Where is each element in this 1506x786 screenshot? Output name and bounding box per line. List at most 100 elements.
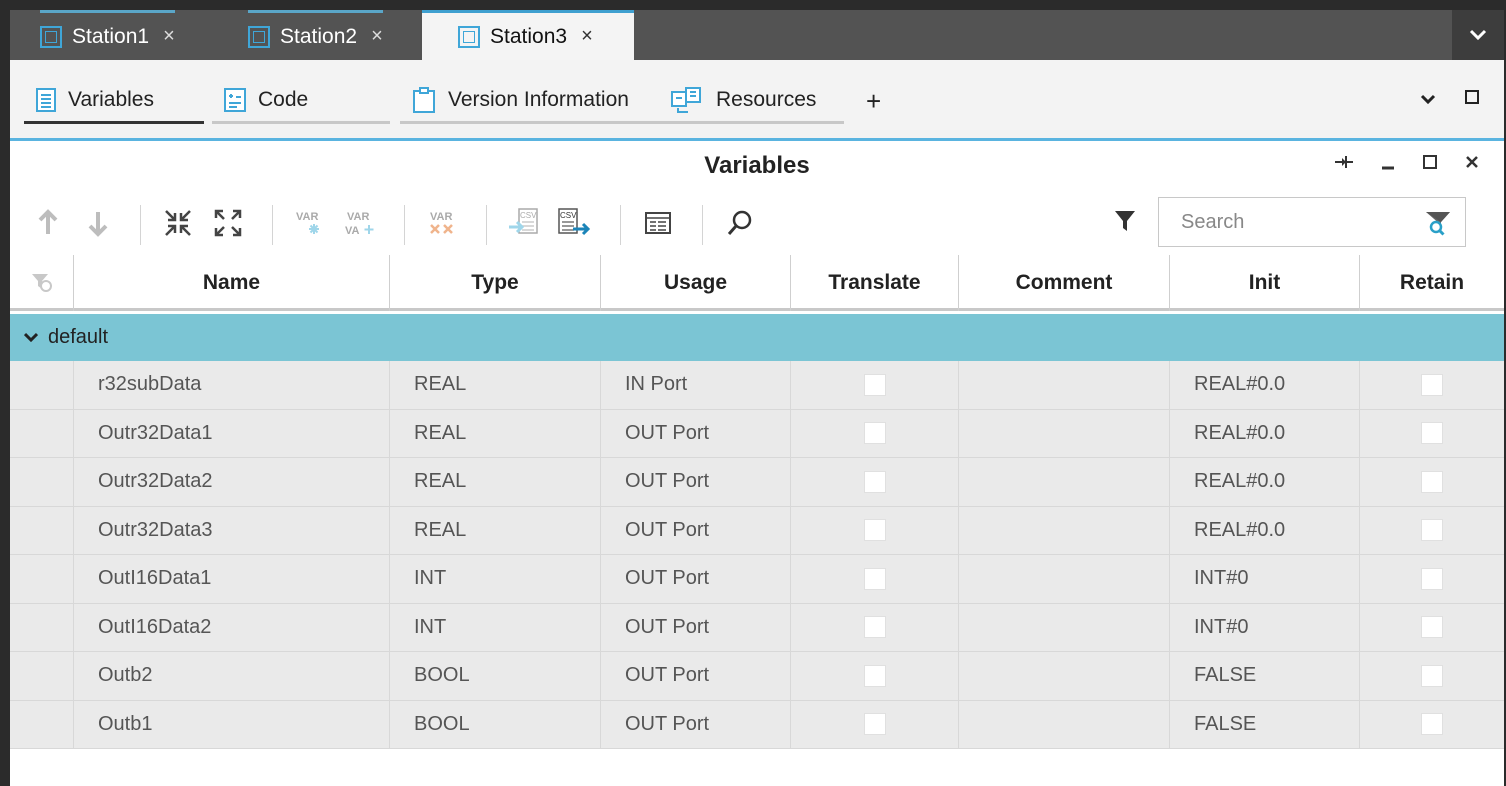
maximize-icon[interactable] xyxy=(1464,88,1480,111)
close-icon[interactable]: × xyxy=(581,25,593,48)
cell-sel[interactable] xyxy=(10,409,74,457)
translate-checkbox[interactable] xyxy=(863,713,886,736)
find-icon[interactable] xyxy=(722,205,758,241)
tab-variables[interactable]: Variables xyxy=(24,78,204,124)
translate-checkbox[interactable] xyxy=(863,373,886,396)
expand-all-icon[interactable] xyxy=(210,205,246,241)
column-header-name[interactable]: Name xyxy=(74,255,390,311)
cell-comment[interactable] xyxy=(959,700,1170,748)
table-row[interactable]: Outb1 BOOL OUT Port FALSE xyxy=(10,700,1504,749)
table-row[interactable]: Outr32Data1 REAL OUT Port REAL#0.0 xyxy=(10,409,1504,458)
translate-checkbox[interactable] xyxy=(863,567,886,590)
tab-code[interactable]: Code xyxy=(212,78,390,124)
translate-checkbox[interactable] xyxy=(863,422,886,445)
maximize-icon[interactable] xyxy=(1422,153,1438,177)
cell-usage[interactable]: OUT Port xyxy=(601,409,791,457)
cell-comment[interactable] xyxy=(959,603,1170,651)
cell-name[interactable]: Outr32Data1 xyxy=(74,409,390,457)
chevron-down-icon[interactable] xyxy=(1420,88,1436,111)
cell-translate[interactable] xyxy=(791,409,959,457)
tab-station1[interactable]: Station1 × xyxy=(40,10,175,60)
cell-translate[interactable] xyxy=(791,458,959,506)
cell-init[interactable]: REAL#0.0 xyxy=(1170,458,1360,506)
retain-checkbox[interactable] xyxy=(1421,422,1443,445)
cell-sel[interactable] xyxy=(10,361,74,409)
cell-usage[interactable]: IN Port xyxy=(601,361,791,409)
move-up-icon[interactable] xyxy=(30,205,66,241)
tab-station2[interactable]: Station2 × xyxy=(248,10,383,60)
cell-retain[interactable] xyxy=(1360,555,1504,603)
retain-checkbox[interactable] xyxy=(1421,567,1443,590)
cell-usage[interactable]: OUT Port xyxy=(601,458,791,506)
table-row[interactable]: Outb2 BOOL OUT Port FALSE xyxy=(10,652,1504,701)
tab-station3[interactable]: Station3 × xyxy=(422,10,634,60)
cell-retain[interactable] xyxy=(1360,410,1504,458)
cell-name[interactable]: OutI16Data2 xyxy=(74,603,390,651)
search-filter-icon[interactable] xyxy=(1425,210,1451,241)
add-section-button[interactable]: + xyxy=(866,86,881,117)
cell-comment[interactable] xyxy=(959,409,1170,457)
cell-usage[interactable]: OUT Port xyxy=(601,700,791,748)
translate-checkbox[interactable] xyxy=(863,664,886,687)
import-csv-icon[interactable]: CSV xyxy=(506,205,542,241)
chevron-down-icon[interactable] xyxy=(23,329,39,347)
cell-type[interactable]: BOOL xyxy=(390,700,601,748)
translate-checkbox[interactable] xyxy=(863,519,886,542)
close-icon[interactable]: × xyxy=(371,25,383,48)
group-row-default[interactable]: default xyxy=(10,314,1504,361)
column-header-retain[interactable]: Retain xyxy=(1360,255,1504,311)
pin-icon[interactable] xyxy=(1334,153,1354,177)
cell-type[interactable]: REAL xyxy=(390,409,601,457)
cell-retain[interactable] xyxy=(1360,507,1504,555)
cell-name[interactable]: Outr32Data2 xyxy=(74,458,390,506)
cell-translate[interactable] xyxy=(791,555,959,603)
retain-checkbox[interactable] xyxy=(1421,373,1443,396)
add-var-icon[interactable]: VAR xyxy=(292,205,328,241)
cell-init[interactable]: REAL#0.0 xyxy=(1170,506,1360,554)
filter-icon[interactable] xyxy=(1114,209,1136,238)
column-header-init[interactable]: Init xyxy=(1170,255,1360,311)
cell-translate[interactable] xyxy=(791,506,959,554)
cell-sel[interactable] xyxy=(10,458,74,506)
column-header-type[interactable]: Type xyxy=(390,255,601,311)
cell-name[interactable]: r32subData xyxy=(74,361,390,409)
cell-comment[interactable] xyxy=(959,506,1170,554)
table-row[interactable]: OutI16Data1 INT OUT Port INT#0 xyxy=(10,555,1504,604)
retain-checkbox[interactable] xyxy=(1421,519,1443,542)
retain-checkbox[interactable] xyxy=(1421,664,1443,687)
cell-init[interactable]: INT#0 xyxy=(1170,603,1360,651)
cell-type[interactable]: REAL xyxy=(390,458,601,506)
cell-usage[interactable]: OUT Port xyxy=(601,506,791,554)
export-csv-icon[interactable]: CSV xyxy=(556,205,592,241)
cell-usage[interactable]: OUT Port xyxy=(601,652,791,700)
tab-list-chevron-down-icon[interactable] xyxy=(1452,10,1504,60)
cell-retain[interactable] xyxy=(1360,458,1504,506)
minimize-icon[interactable] xyxy=(1380,153,1396,177)
cell-init[interactable]: REAL#0.0 xyxy=(1170,409,1360,457)
cell-type[interactable]: INT xyxy=(390,603,601,651)
row-settings-icon[interactable] xyxy=(10,255,74,311)
search-input[interactable] xyxy=(1159,198,1409,246)
close-icon[interactable]: × xyxy=(163,25,175,48)
cell-comment[interactable] xyxy=(959,652,1170,700)
cell-name[interactable]: Outb1 xyxy=(74,700,390,748)
cell-sel[interactable] xyxy=(10,652,74,700)
cell-type[interactable]: REAL xyxy=(390,506,601,554)
cell-usage[interactable]: OUT Port xyxy=(601,555,791,603)
cell-name[interactable]: Outb2 xyxy=(74,652,390,700)
cell-sel[interactable] xyxy=(10,555,74,603)
column-header-usage[interactable]: Usage xyxy=(601,255,791,311)
translate-checkbox[interactable] xyxy=(863,616,886,639)
column-header-comment[interactable]: Comment xyxy=(959,255,1170,311)
cell-usage[interactable]: OUT Port xyxy=(601,603,791,651)
table-row[interactable]: OutI16Data2 INT OUT Port INT#0 xyxy=(10,603,1504,652)
cell-init[interactable]: INT#0 xyxy=(1170,555,1360,603)
cell-type[interactable]: REAL xyxy=(390,361,601,409)
cell-init[interactable]: REAL#0.0 xyxy=(1170,361,1360,409)
cell-retain[interactable] xyxy=(1360,701,1504,749)
retain-checkbox[interactable] xyxy=(1421,470,1443,493)
cell-translate[interactable] xyxy=(791,652,959,700)
cell-retain[interactable] xyxy=(1360,361,1504,409)
column-header-translate[interactable]: Translate xyxy=(791,255,959,311)
table-row[interactable]: r32subData REAL IN Port REAL#0.0 xyxy=(10,361,1504,410)
